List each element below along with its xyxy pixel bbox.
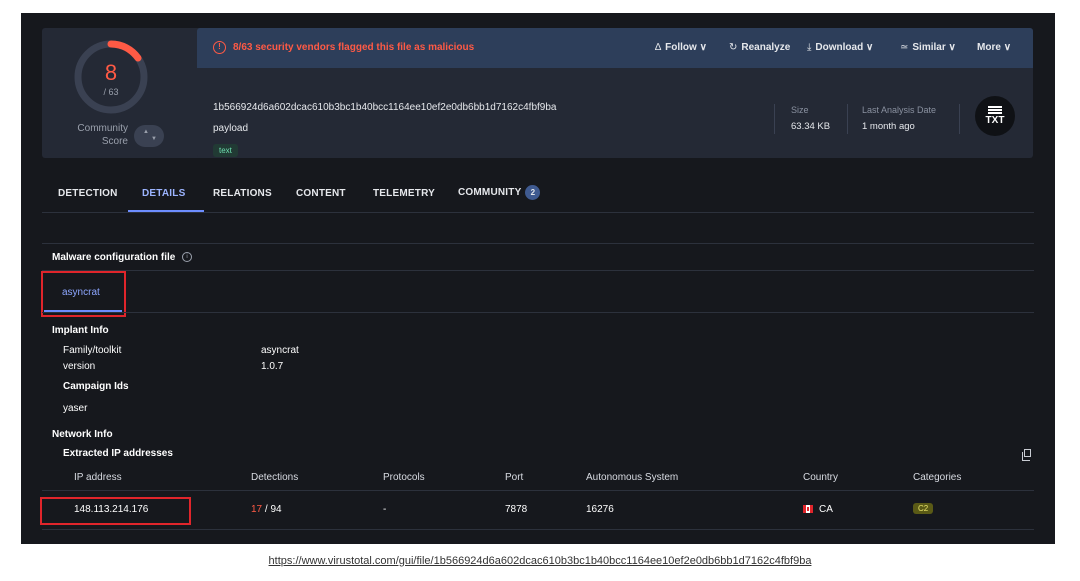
- tab-community[interactable]: COMMUNITY 2: [458, 185, 541, 200]
- category-cell: C2: [913, 503, 934, 514]
- size-label: Size: [791, 105, 809, 115]
- detections-malicious: 17: [251, 504, 263, 515]
- file-name: payload: [213, 123, 249, 134]
- download-label: Download: [815, 42, 864, 53]
- virustotal-window: 8 / 63 Community Score ▲ ▼ ! 8/63 securi…: [21, 13, 1055, 544]
- divider: [774, 104, 775, 134]
- community-score-label: Community Score: [77, 123, 128, 147]
- detection-count: 8: [104, 60, 118, 85]
- chevron-down-icon: ▼: [151, 136, 157, 142]
- more-label: More: [977, 42, 1001, 53]
- tab-relations[interactable]: RELATIONS: [213, 188, 272, 199]
- similar-button[interactable]: ≃ Similar ∨: [900, 42, 956, 53]
- community-count-badge: 2: [525, 185, 541, 200]
- country-cell: CA: [803, 504, 833, 515]
- more-button[interactable]: More ∨: [977, 42, 1011, 53]
- score-card: 8 / 63 Community Score ▲ ▼: [42, 28, 207, 158]
- col-header-ip[interactable]: IP address: [74, 472, 122, 483]
- chevron-up-icon: ▲: [143, 129, 149, 135]
- community-vote-toggle[interactable]: ▲ ▼: [134, 125, 164, 147]
- campaign-ids-title: Campaign Ids: [63, 381, 129, 392]
- last-analysis-value: 1 month ago: [862, 121, 915, 132]
- tab-telemetry[interactable]: TELEMETRY: [373, 188, 435, 199]
- divider: [42, 529, 1034, 530]
- as-cell[interactable]: 16276: [586, 504, 614, 515]
- file-hash[interactable]: 1b566924d6a602dcac610b3bc1b40bcc1164ee10…: [213, 102, 556, 113]
- col-header-country[interactable]: Country: [803, 472, 838, 483]
- col-header-port[interactable]: Port: [505, 472, 523, 483]
- chevron-down-icon: ∨: [699, 42, 707, 53]
- divider: [42, 490, 1034, 491]
- canada-flag-icon: [803, 505, 813, 513]
- protocols-cell: -: [383, 504, 387, 515]
- detections-total: / 94: [262, 504, 282, 515]
- extracted-ip-title: Extracted IP addresses: [63, 448, 173, 459]
- last-analysis-label: Last Analysis Date: [862, 105, 937, 115]
- follow-label: Follow: [665, 42, 697, 53]
- col-header-detections[interactable]: Detections: [251, 472, 298, 483]
- col-header-protocols[interactable]: Protocols: [383, 472, 425, 483]
- file-type-label: TXT: [985, 115, 1005, 126]
- family-value: asyncrat: [261, 345, 299, 356]
- malware-config-title: Malware configuration file: [52, 252, 176, 263]
- size-value: 63.34 KB: [791, 121, 831, 132]
- bell-icon: ∆: [655, 42, 662, 53]
- tab-detection[interactable]: DETECTION: [58, 188, 118, 199]
- tab-content[interactable]: CONTENT: [296, 188, 346, 199]
- campaign-id-value: yaser: [63, 403, 88, 414]
- chevron-down-icon: ∨: [865, 42, 874, 53]
- txt-file-icon: TXT: [975, 96, 1015, 136]
- active-tab-indicator: [128, 210, 204, 212]
- chevron-down-icon: ∨: [948, 42, 956, 53]
- malicious-alert-text: 8/63 security vendors flagged this file …: [233, 42, 475, 53]
- family-label: Family/toolkit: [63, 345, 122, 356]
- file-tag[interactable]: text: [213, 144, 238, 157]
- similar-icon: ≃: [900, 42, 909, 53]
- source-url-link[interactable]: https://www.virustotal.com/gui/file/1b56…: [0, 555, 1080, 567]
- col-header-as[interactable]: Autonomous System: [586, 472, 678, 483]
- highlight-box: [41, 271, 126, 317]
- reanalyze-button[interactable]: ↻ Reanalyze: [729, 42, 790, 53]
- divider: [42, 270, 1034, 271]
- divider: [959, 104, 960, 134]
- copy-icon[interactable]: [1022, 449, 1031, 461]
- detections-cell: 17 / 94: [251, 504, 282, 515]
- download-icon: ⤓: [807, 42, 812, 53]
- follow-button[interactable]: ∆ Follow ∨: [655, 42, 707, 53]
- version-value: 1.0.7: [261, 361, 284, 372]
- download-button[interactable]: ⤓ Download ∨: [807, 42, 873, 53]
- info-icon[interactable]: i: [182, 252, 192, 262]
- divider: [42, 312, 1034, 313]
- country-code: CA: [819, 504, 833, 515]
- network-info-title: Network Info: [52, 429, 113, 440]
- category-badge: C2: [913, 503, 934, 514]
- version-label: version: [63, 361, 96, 372]
- reload-icon: ↻: [729, 42, 738, 53]
- similar-label: Similar: [912, 42, 946, 53]
- file-summary-card: ! 8/63 security vendors flagged this fil…: [197, 28, 1033, 158]
- col-header-categories[interactable]: Categories: [913, 472, 961, 483]
- divider: [42, 243, 1034, 244]
- implant-info-title: Implant Info: [52, 325, 109, 336]
- warning-icon: !: [213, 41, 226, 54]
- highlight-box: [40, 497, 191, 525]
- reanalyze-label: Reanalyze: [741, 42, 791, 53]
- tab-community-label: COMMUNITY: [458, 187, 522, 198]
- alert-bar: ! 8/63 security vendors flagged this fil…: [197, 28, 1033, 68]
- document-lines-icon: [988, 106, 1002, 114]
- port-cell: 7878: [505, 504, 528, 515]
- engine-total: / 63: [103, 87, 119, 97]
- divider: [847, 104, 848, 134]
- tab-bar: DETECTION DETAILS RELATIONS CONTENT TELE…: [42, 181, 1034, 213]
- chevron-down-icon: ∨: [1003, 42, 1012, 53]
- tab-details[interactable]: DETAILS: [142, 188, 185, 199]
